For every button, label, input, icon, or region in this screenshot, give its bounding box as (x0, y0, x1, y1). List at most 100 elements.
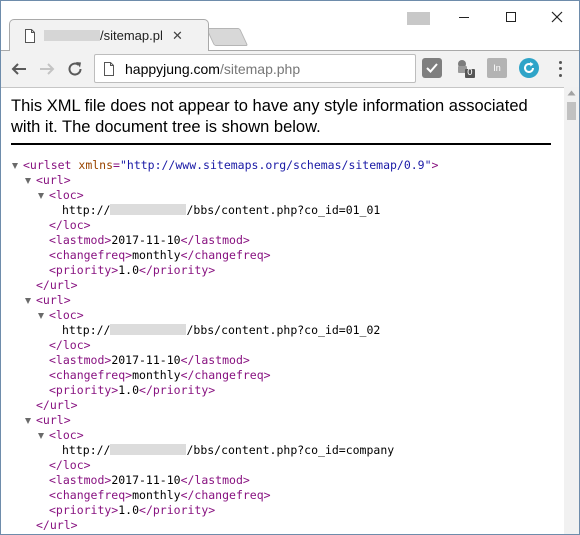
xml-loc-close: </loc> (1, 458, 561, 473)
tab-close-icon[interactable]: ✕ (172, 28, 183, 44)
maximize-button[interactable] (489, 6, 533, 28)
collapse-arrow-icon[interactable] (38, 433, 44, 439)
xml-notice: This XML file does not appear to have an… (11, 96, 551, 145)
xml-tag: </url> (36, 278, 78, 292)
forward-button[interactable] (36, 58, 58, 80)
xml-tag: <priority> (49, 263, 119, 277)
toolbar: happyjung.com/sitemap.php 0 In (1, 50, 579, 88)
xml-tag: </loc> (49, 338, 91, 352)
xml-line-content: <lastmod>2017-11-10</lastmod> (49, 473, 250, 488)
browser-menu-button[interactable] (553, 59, 567, 79)
xml-tag: </changefreq> (180, 368, 271, 382)
collapse-arrow-icon[interactable] (38, 313, 44, 319)
scroll-up-arrow[interactable] (564, 87, 579, 99)
xml-tag: > (431, 158, 439, 172)
xml-tag: <changefreq> (49, 368, 133, 382)
collapse-arrow-icon[interactable] (25, 178, 31, 184)
xml-url-open: <url> (1, 413, 561, 428)
xml-line-content: <url> (36, 413, 71, 428)
scroll-thumb[interactable] (567, 102, 576, 120)
loc-path: /bbs/content.php?co_id=01_01 (186, 203, 381, 217)
collapse-arrow-icon[interactable] (25, 418, 31, 424)
xml-line-content: </url> (36, 278, 78, 293)
xml-line-content: <priority>1.0</priority> (49, 503, 215, 518)
xml-line-content: http:// /bbs/content.php?co_id=01_01 (62, 203, 380, 218)
title-bar: /sitemap.php ✕ (1, 1, 579, 51)
xml-line-content: <priority>1.0</priority> (49, 263, 215, 278)
extension-check-button[interactable] (422, 58, 442, 78)
url-host: happyjung.com (125, 60, 220, 77)
xml-tag: </changefreq> (180, 488, 271, 502)
xml-line-content: http:// /bbs/content.php?co_id=01_02 (62, 323, 380, 338)
xml-lastmod: <lastmod>2017-11-10</lastmod> (1, 353, 561, 368)
collapse-arrow-icon[interactable] (12, 163, 18, 169)
xml-tag: <lastmod> (49, 353, 112, 367)
xml-tag: <loc> (49, 428, 84, 442)
extension-badge-count: 0 (467, 68, 473, 78)
extension-sync-button[interactable] (519, 58, 539, 78)
xml-lastmod: <lastmod>2017-11-10</lastmod> (1, 473, 561, 488)
xml-tag: <loc> (49, 188, 84, 202)
scrollbar[interactable] (564, 87, 579, 534)
xml-tag: <url> (36, 293, 71, 307)
close-window-button[interactable] (535, 6, 579, 28)
xml-tag: <url> (36, 413, 71, 427)
xml-line-content: </loc> (49, 458, 91, 473)
reload-button[interactable] (64, 58, 86, 80)
xml-tag: <changefreq> (49, 248, 133, 262)
xml-line-content: </loc> (49, 338, 91, 353)
collapse-arrow-icon[interactable] (25, 298, 31, 304)
xml-tag: <url> (36, 173, 71, 187)
back-button[interactable] (8, 58, 30, 80)
xml-line-content: <loc> (49, 188, 84, 203)
priority-value: 1.0 (118, 503, 140, 517)
extension-in-button[interactable]: In (487, 58, 507, 78)
lastmod-value: 2017-11-10 (111, 473, 181, 487)
redacted-block (44, 30, 100, 41)
xml-loc-close: </loc> (1, 218, 561, 233)
arrow-right-icon (40, 63, 55, 75)
url-path: /sitemap.php (219, 60, 301, 77)
xml-tag: </changefreq> (180, 248, 271, 262)
xml-line-content: </url> (36, 518, 78, 533)
extension-badge-button[interactable]: 0 (455, 58, 475, 78)
profile-button[interactable] (407, 12, 430, 25)
xml-tag: </priority> (139, 263, 216, 277)
xml-line-content: <changefreq>monthly</changefreq> (49, 368, 271, 383)
xml-line-content: </url> (36, 398, 78, 413)
xml-line-content: <url> (36, 173, 71, 188)
xml-tree: <urlset xmlns="http://www.sitemaps.org/s… (1, 158, 561, 533)
xml-tag: <loc> (49, 308, 84, 322)
xml-url-close: </url> (1, 518, 561, 533)
xml-loc-value: http:// /bbs/content.php?co_id=01_01 (1, 203, 561, 218)
xml-priority: <priority>1.0</priority> (1, 503, 561, 518)
xml-priority: <priority>1.0</priority> (1, 263, 561, 278)
xml-line-content: <priority>1.0</priority> (49, 383, 215, 398)
xml-tag: </priority> (139, 383, 216, 397)
checkmark-icon (426, 63, 438, 73)
tab-title: /sitemap.php (100, 28, 162, 43)
tab-sitemap[interactable]: /sitemap.php ✕ (9, 19, 209, 51)
collapse-arrow-icon[interactable] (38, 193, 44, 199)
address-bar[interactable]: happyjung.com/sitemap.php (94, 54, 416, 83)
lastmod-value: 2017-11-10 (111, 353, 181, 367)
xml-tag: <priority> (49, 383, 119, 397)
xml-loc-value: http:// /bbs/content.php?co_id=company (1, 443, 561, 458)
xml-tag: <priority> (49, 503, 119, 517)
xml-attr-value: "http://www.sitemaps.org/schemas/sitemap… (119, 158, 432, 172)
xml-tag: </loc> (49, 218, 91, 232)
xml-tag: <lastmod> (49, 233, 112, 247)
xml-url-close: </url> (1, 398, 561, 413)
xml-tag: </url> (36, 398, 78, 412)
new-tab-button[interactable] (205, 28, 249, 46)
xml-line-content: <changefreq>monthly</changefreq> (49, 248, 271, 263)
xml-priority: <priority>1.0</priority> (1, 383, 561, 398)
xml-lastmod: <lastmod>2017-11-10</lastmod> (1, 233, 561, 248)
extension-in-label: In (493, 63, 501, 73)
xml-tag: </lastmod> (180, 473, 250, 487)
xml-line-content: <loc> (49, 308, 84, 323)
xml-line-content: <url> (36, 293, 71, 308)
loc-prefix: http:// (62, 323, 111, 337)
loc-path: /bbs/content.php?co_id=company (186, 443, 395, 457)
minimize-button[interactable] (442, 6, 486, 28)
